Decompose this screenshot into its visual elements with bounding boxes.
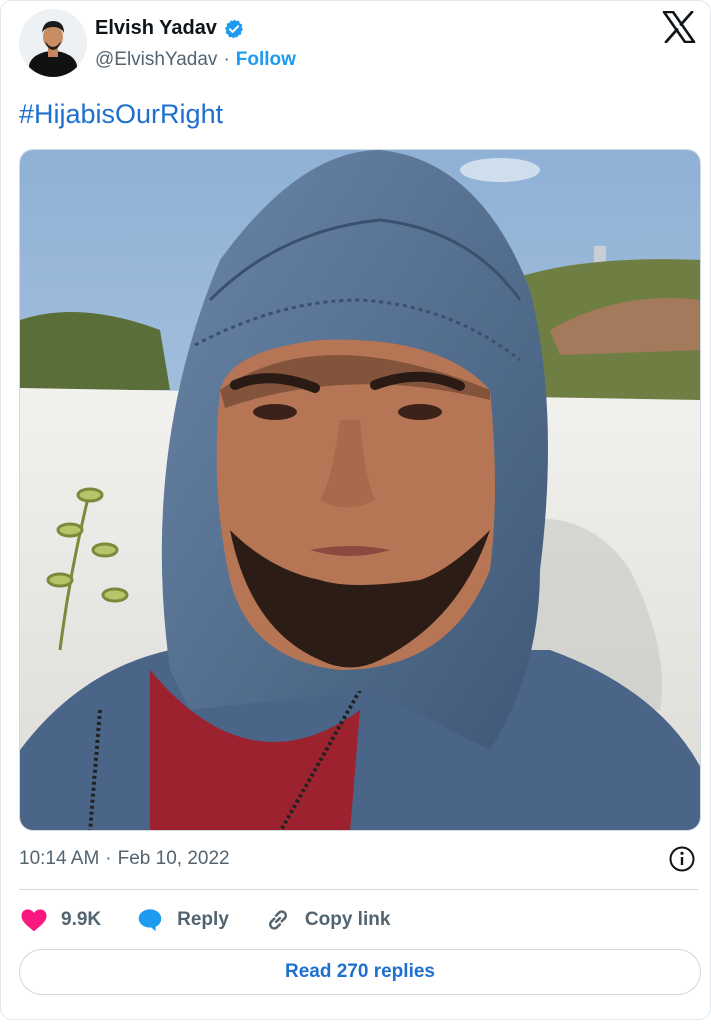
heart-icon <box>19 905 49 935</box>
author-handle[interactable]: @ElvishYadav <box>95 49 217 71</box>
speech-bubble-icon <box>135 905 165 935</box>
tweet-date: Feb 10, 2022 <box>117 848 230 869</box>
author-display-name[interactable]: Elvish Yadav <box>95 17 217 40</box>
like-count: 9.9K <box>61 909 102 930</box>
tweet-photo[interactable] <box>19 149 701 831</box>
avatar-image <box>19 9 87 77</box>
hashtag-link[interactable]: #HijabisOurRight <box>19 99 223 129</box>
info-icon[interactable] <box>668 845 696 873</box>
selfie-image <box>20 150 700 830</box>
tweet-timestamp[interactable]: 10:14 AM · Feb 10, 2022 <box>19 848 230 870</box>
tweet-time: 10:14 AM <box>19 848 100 869</box>
reply-label: Reply <box>177 909 229 930</box>
like-button[interactable]: 9.9K <box>19 905 101 935</box>
author-avatar[interactable] <box>19 9 87 77</box>
embedded-tweet-card: Elvish Yadav @ElvishYadav · Follow #Hija… <box>0 0 711 1020</box>
author-name-row: Elvish Yadav <box>95 17 245 40</box>
copy-link-button[interactable]: Copy link <box>263 905 391 935</box>
verified-badge-icon <box>223 18 245 40</box>
tweet-actions: 9.9K Reply Copy link <box>19 903 424 937</box>
timestamp-separator: · <box>105 848 112 869</box>
author-handle-row: @ElvishYadav · Follow <box>95 49 296 71</box>
link-icon <box>263 905 293 935</box>
divider <box>19 889 698 890</box>
handle-separator: · <box>223 49 230 70</box>
reply-button[interactable]: Reply <box>135 905 229 935</box>
copy-link-label: Copy link <box>304 909 391 930</box>
read-replies-button[interactable]: Read 270 replies <box>19 949 701 995</box>
x-logo-icon[interactable] <box>662 10 696 44</box>
tweet-text: #HijabisOurRight <box>19 99 223 130</box>
follow-button[interactable]: Follow <box>236 49 296 71</box>
